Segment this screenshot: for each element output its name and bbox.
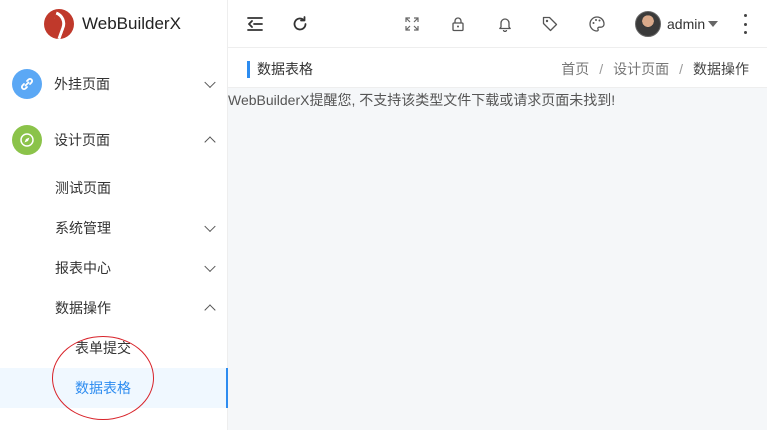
user-name: admin	[667, 16, 706, 32]
more-vertical-icon	[743, 14, 747, 17]
link-icon	[12, 69, 42, 99]
sidebar-item-label: 报表中心	[55, 260, 111, 276]
app-name: WebBuilderX	[82, 14, 181, 33]
current-page-title: 数据表格	[257, 61, 313, 77]
sidebar-item-external-pages[interactable]: 外挂页面	[0, 56, 228, 112]
tag-icon	[542, 16, 558, 32]
breadcrumb-data-operations: 数据操作	[693, 61, 749, 77]
breadcrumb-design-pages[interactable]: 设计页面	[613, 59, 669, 79]
sidebar-item-design-pages[interactable]: 设计页面	[0, 112, 228, 168]
sidebar-menu: 外挂页面 设计页面 测试页面 系统管理 报表中心 数据操作 表单提交 数据表格	[0, 56, 228, 408]
chevron-up-icon	[204, 304, 216, 316]
breadcrumb-home[interactable]: 首页	[561, 59, 589, 79]
tags-button[interactable]	[538, 12, 562, 36]
bell-icon	[499, 18, 511, 32]
menu-fold-icon	[247, 17, 263, 31]
compass-icon	[12, 125, 42, 155]
more-options-button[interactable]	[742, 14, 748, 34]
sidebar-item-label: 测试页面	[55, 180, 111, 196]
sidebar-item-report-center[interactable]: 报表中心	[0, 248, 228, 288]
lock-screen-button[interactable]	[446, 12, 470, 36]
refresh-button[interactable]	[288, 12, 312, 36]
sidebar: WebBuilderX 外挂页面 设计页面 测试页面 系统管理 报表中心 数据操…	[0, 0, 228, 430]
chevron-down-icon	[204, 220, 216, 233]
sidebar-item-system-management[interactable]: 系统管理	[0, 208, 228, 248]
breadcrumb-separator: /	[679, 61, 683, 77]
sidebar-item-label: 系统管理	[55, 220, 111, 236]
lock-icon	[452, 17, 464, 32]
notifications-button[interactable]	[493, 12, 517, 36]
refresh-icon	[293, 16, 307, 31]
user-menu[interactable]: admin	[635, 10, 719, 38]
fullscreen-icon	[405, 17, 419, 31]
theme-button[interactable]	[585, 12, 609, 36]
caret-down-icon	[708, 21, 719, 27]
current-page-tag[interactable]: 数据表格	[247, 59, 313, 79]
palette-icon	[589, 16, 605, 32]
sidebar-item-label: 数据操作	[55, 300, 111, 316]
logo-icon	[44, 9, 74, 39]
sidebar-item-test-page[interactable]: 测试页面	[0, 168, 228, 208]
sidebar-item-label: 数据表格	[75, 380, 131, 396]
chevron-up-icon	[204, 136, 216, 148]
chevron-down-icon	[204, 76, 216, 89]
collapse-menu-button[interactable]	[243, 12, 267, 36]
top-header: admin	[228, 0, 767, 48]
breadcrumb: 首页 / 设计页面 / 数据操作	[561, 59, 749, 79]
sidebar-item-data-table[interactable]: 数据表格	[0, 368, 228, 408]
avatar	[635, 11, 661, 37]
sidebar-item-form-submit[interactable]: 表单提交	[0, 328, 228, 368]
sidebar-item-data-operations[interactable]: 数据操作	[0, 288, 228, 328]
tag-bar: 数据表格 首页 / 设计页面 / 数据操作	[228, 48, 767, 88]
sidebar-item-label: 表单提交	[75, 340, 131, 356]
fullscreen-button[interactable]	[400, 12, 424, 36]
breadcrumb-separator: /	[599, 61, 604, 77]
app-logo[interactable]: WebBuilderX	[0, 0, 227, 48]
sidebar-item-label: 设计页面	[54, 132, 110, 148]
sidebar-item-label: 外挂页面	[54, 76, 110, 92]
chevron-down-icon	[204, 260, 216, 273]
error-message: WebBuilderX提醒您, 不支持该类型文件下载或请求页面未找到!	[228, 92, 616, 108]
